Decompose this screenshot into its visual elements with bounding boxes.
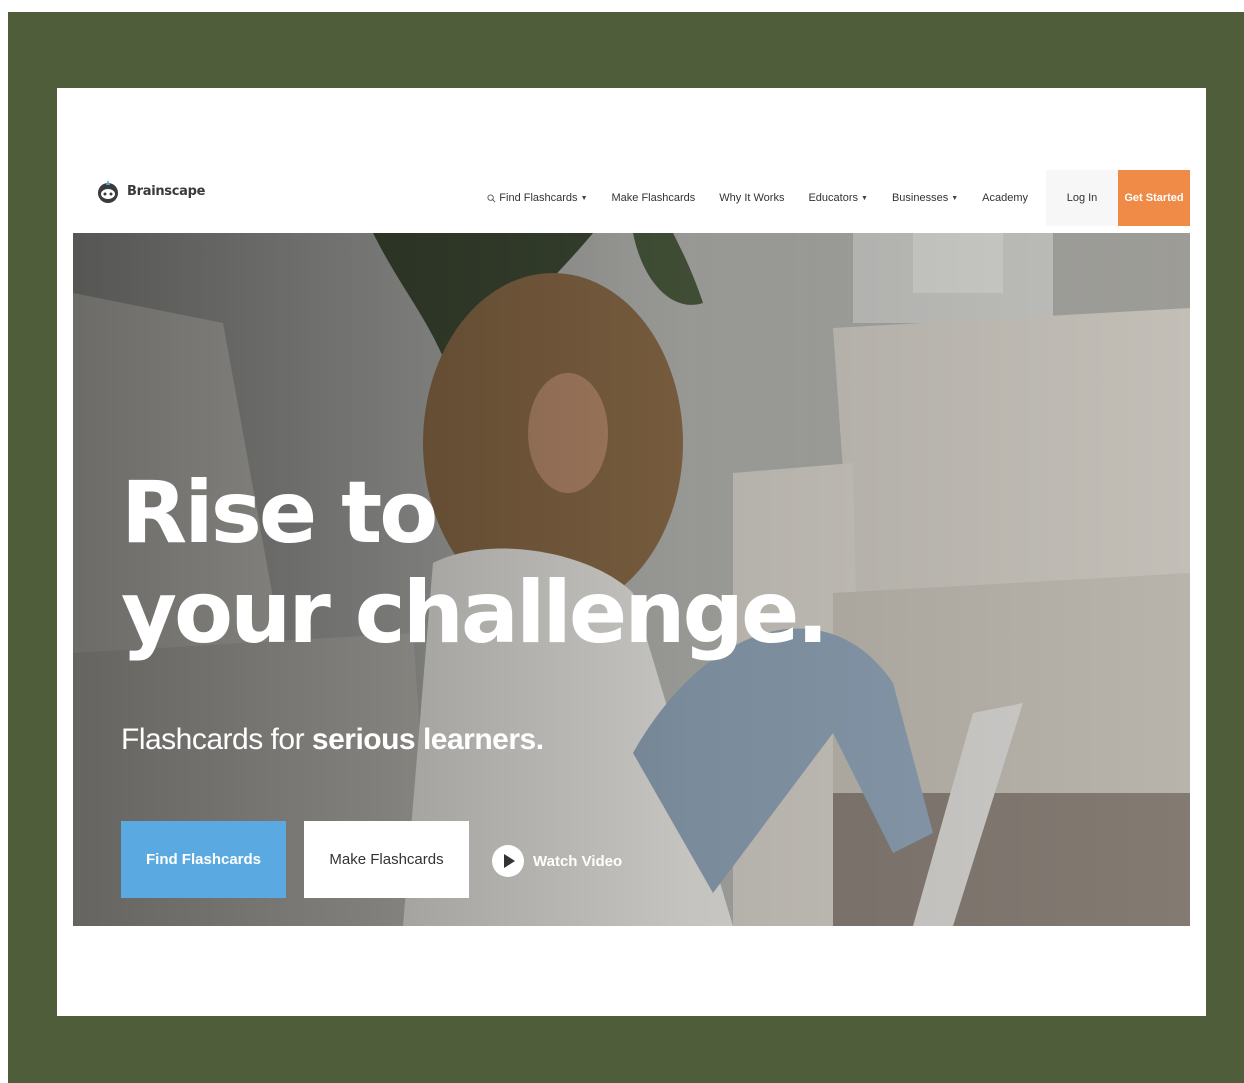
hero-section: Rise to your challenge. Flashcards for s… — [73, 233, 1190, 926]
nav-label: Educators — [808, 192, 858, 204]
headline-line-1: Rise to — [121, 463, 438, 563]
nav-businesses[interactable]: Businesses ▼ — [892, 192, 958, 204]
nav-label: Find Flashcards — [499, 192, 578, 204]
nav-label: Businesses — [891, 192, 949, 204]
nav-label: Why It Works — [719, 192, 785, 204]
hero-subheadline: Flashcards for serious learners. — [121, 723, 544, 757]
nav-academy[interactable]: Academy — [982, 192, 1028, 204]
nav-label: Make Flashcards — [611, 192, 696, 204]
sub-bold: serious learners. — [311, 723, 544, 756]
watch-video-button[interactable]: Watch Video — [491, 839, 622, 883]
nav-label: Academy — [982, 192, 1028, 204]
brand-name: Brainscape — [127, 183, 206, 199]
make-flashcards-button[interactable]: Make Flashcards — [304, 821, 469, 898]
caret-down-icon: ▼ — [580, 194, 588, 202]
nav-why-it-works[interactable]: Why It Works — [719, 192, 784, 204]
caret-down-icon: ▼ — [861, 194, 868, 202]
hero-headline: Rise to your challenge. — [121, 463, 829, 663]
brand-logo[interactable]: Brainscape — [95, 178, 205, 204]
brain-mascot-icon — [98, 180, 118, 203]
search-icon — [487, 193, 496, 202]
caret-down-icon: ▼ — [951, 194, 959, 202]
find-flashcards-button[interactable]: Find Flashcards — [121, 821, 286, 898]
watch-video-label: Watch Video — [533, 852, 623, 870]
headline-line-2: your challenge. — [121, 563, 829, 663]
login-button[interactable]: Log In — [1046, 170, 1118, 226]
main-nav: Find Flashcards ▼ Make Flashcards Why It… — [463, 170, 1190, 226]
nav-make-flashcards[interactable]: Make Flashcards — [612, 192, 696, 204]
nav-educators[interactable]: Educators ▼ — [808, 192, 867, 204]
get-started-button[interactable]: Get Started — [1118, 170, 1190, 226]
nav-find-flashcards[interactable]: Find Flashcards ▼ — [487, 192, 588, 204]
page: Brainscape Find Flashcards ▼ Make Flashc… — [57, 88, 1206, 1016]
sub-plain: Flashcards for — [121, 723, 312, 756]
play-icon — [492, 845, 524, 877]
